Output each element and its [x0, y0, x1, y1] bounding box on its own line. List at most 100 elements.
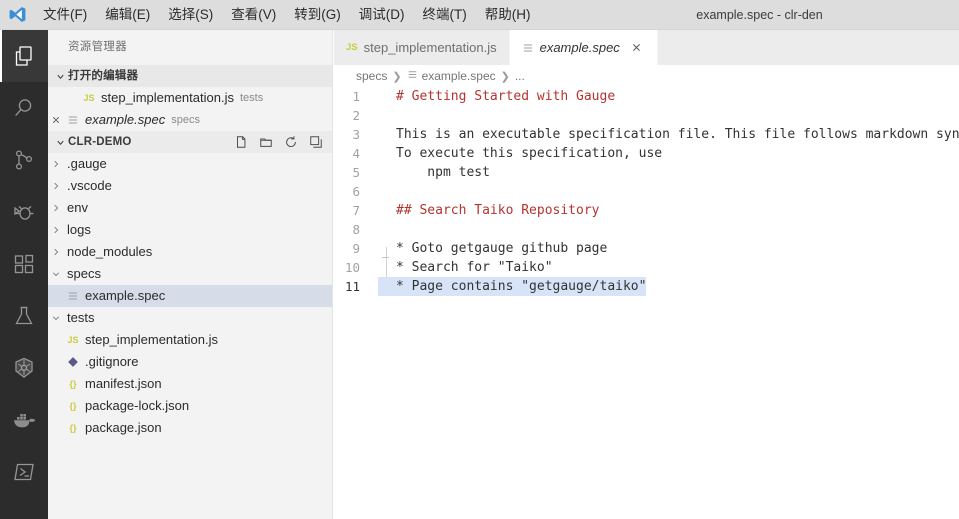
code-line: 5 npm test [334, 163, 959, 182]
tree-item-logs[interactable]: logs [48, 219, 332, 241]
close-icon[interactable] [629, 40, 645, 56]
json-file-icon: {} [64, 395, 82, 417]
activity-kubernetes[interactable] [0, 342, 48, 394]
tree-item-manifest-json[interactable]: {} manifest.json [48, 373, 332, 395]
tree-item-label: tests [64, 307, 94, 329]
breadcrumb-item-example-spec[interactable]: example.spec [407, 69, 496, 83]
debug-icon [12, 200, 36, 224]
tree-item-node-modules[interactable]: node_modules [48, 241, 332, 263]
line-number: 6 [334, 182, 378, 201]
tree-item-label: node_modules [64, 241, 152, 263]
tab-example-spec[interactable]: example.spec [510, 30, 658, 65]
code-line: 10 * Search for "Taiko" [334, 258, 959, 277]
chevron-down-icon [52, 131, 68, 153]
tree-item-step-implementation[interactable]: JS step_implementation.js [48, 329, 332, 351]
code-line: 7 ## Search Taiko Repository [334, 201, 959, 220]
tab-label: example.spec [540, 40, 620, 55]
close-icon[interactable] [48, 109, 64, 131]
tree-item-gauge[interactable]: .gauge [48, 153, 332, 175]
code-line: 8 [334, 220, 959, 239]
tab-step-implementation-js[interactable]: JS step_implementation.js [334, 30, 510, 65]
tree-item-label: .gitignore [82, 351, 138, 373]
new-folder-icon[interactable] [258, 134, 274, 150]
open-editor-example-spec[interactable]: example.spec specs [48, 109, 332, 131]
tree-item-env[interactable]: env [48, 197, 332, 219]
js-file-icon: JS [64, 329, 82, 351]
activity-debug[interactable] [0, 186, 48, 238]
tree-item-gitignore[interactable]: .gitignore [48, 351, 332, 373]
activity-bar [0, 30, 48, 519]
explorer-icon [12, 44, 36, 68]
spacer [48, 351, 64, 373]
section-open-editors-label: 打开的编辑器 [68, 65, 138, 87]
breadcrumb: specs ❯ example.spec ❯ ... [334, 65, 959, 87]
tree-item-label: package.json [82, 417, 162, 439]
terminal-powershell-icon [12, 460, 36, 484]
menu-debug[interactable]: 调试(D) [350, 0, 414, 30]
breadcrumb-item-specs[interactable]: specs [356, 69, 387, 83]
open-editor-label: step_implementation.js [98, 87, 234, 109]
section-open-editors[interactable]: 打开的编辑器 [48, 65, 332, 87]
new-file-icon[interactable] [233, 134, 249, 150]
open-editor-step-implementation[interactable]: JS step_implementation.js tests [48, 87, 332, 109]
collapse-all-icon[interactable] [308, 134, 324, 150]
kubernetes-icon [12, 356, 36, 380]
editor-tab-bar: JS step_implementation.js example.spec [334, 30, 959, 65]
activity-explorer[interactable] [0, 30, 48, 82]
menu-terminal[interactable]: 终端(T) [414, 0, 476, 30]
menu-bar[interactable]: 文件(F) 编辑(E) 选择(S) 查看(V) 转到(G) 调试(D) 终端(T… [34, 0, 540, 30]
line-number: 5 [334, 163, 378, 182]
code-editor[interactable]: 1 # Getting Started with Gauge 2 3 This … [334, 87, 959, 519]
source-control-icon [12, 148, 36, 172]
tree-item-vscode[interactable]: .vscode [48, 175, 332, 197]
activity-search[interactable] [0, 82, 48, 134]
line-number: 11 [334, 277, 378, 296]
section-clr-demo[interactable]: CLR-DEMO [48, 131, 332, 153]
spacer [48, 373, 64, 395]
line-text: This is an executable specification file… [378, 125, 959, 144]
code-line: 3 This is an executable specification fi… [334, 125, 959, 144]
json-file-icon: {} [64, 417, 82, 439]
menu-help[interactable]: 帮助(H) [476, 0, 540, 30]
activity-test[interactable] [0, 290, 48, 342]
line-number: 7 [334, 201, 378, 220]
tree-item-package-lock-json[interactable]: {} package-lock.json [48, 395, 332, 417]
tree-item-package-json[interactable]: {} package.json [48, 417, 332, 439]
activity-extensions[interactable] [0, 238, 48, 290]
explorer-actions [233, 134, 332, 150]
tree-item-label: example.spec [82, 285, 165, 307]
breadcrumb-label: ... [515, 69, 525, 83]
tree-item-specs[interactable]: specs [48, 263, 332, 285]
line-number: 3 [334, 125, 378, 144]
activity-terminal[interactable] [0, 446, 48, 498]
menu-view[interactable]: 查看(V) [222, 0, 285, 30]
line-number: 8 [334, 220, 378, 239]
menu-goto[interactable]: 转到(G) [285, 0, 350, 30]
code-line: 6 [334, 182, 959, 201]
title-bar: 文件(F) 编辑(E) 选择(S) 查看(V) 转到(G) 调试(D) 终端(T… [0, 0, 959, 30]
menu-select[interactable]: 选择(S) [159, 0, 222, 30]
breadcrumb-item-more[interactable]: ... [515, 69, 525, 83]
chevron-down-icon [48, 307, 64, 329]
code-line: 9 * Goto getgauge github page [334, 239, 959, 258]
tree-item-label: package-lock.json [82, 395, 189, 417]
activity-docker[interactable] [0, 394, 48, 446]
line-text [378, 220, 396, 239]
breadcrumb-label: example.spec [422, 69, 496, 83]
spec-file-icon [407, 69, 418, 83]
tree-item-example-spec[interactable]: example.spec [48, 285, 332, 307]
line-text [378, 182, 396, 201]
code-line: 2 [334, 106, 959, 125]
extensions-icon [12, 252, 36, 276]
activity-source-control[interactable] [0, 134, 48, 186]
chevron-right-icon [48, 153, 64, 175]
refresh-icon[interactable] [283, 134, 299, 150]
chevron-right-icon: ❯ [501, 70, 510, 83]
line-number: 2 [334, 106, 378, 125]
chevron-right-icon [48, 219, 64, 241]
tree-item-tests[interactable]: tests [48, 307, 332, 329]
line-text [378, 106, 396, 125]
line-text: # Getting Started with Gauge [378, 87, 615, 106]
menu-edit[interactable]: 编辑(E) [96, 0, 159, 30]
menu-file[interactable]: 文件(F) [34, 0, 96, 30]
